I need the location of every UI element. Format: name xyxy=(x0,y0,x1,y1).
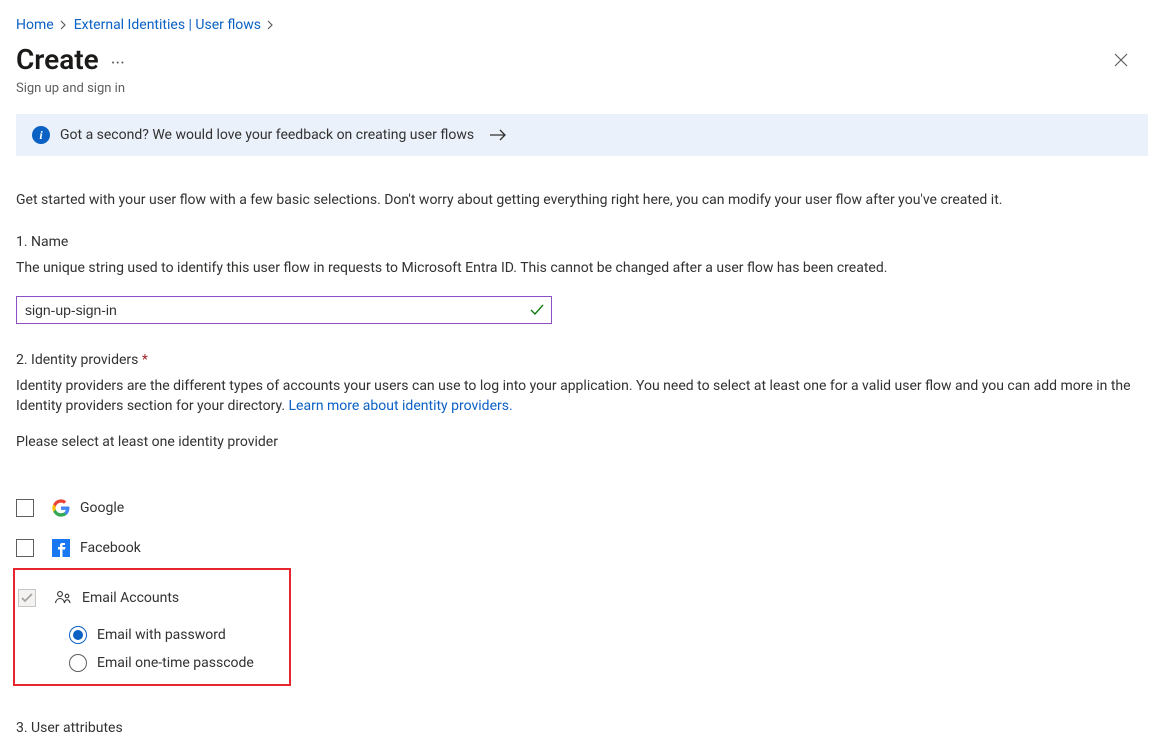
banner-text: Got a second? We would love your feedbac… xyxy=(60,127,474,143)
radio-email-password[interactable]: Email with password xyxy=(69,626,289,644)
more-options-button[interactable]: ··· xyxy=(111,55,125,73)
google-icon xyxy=(52,499,70,517)
provider-row-email: Email Accounts xyxy=(15,578,289,618)
chevron-right-icon xyxy=(60,20,68,30)
checkbox-facebook[interactable] xyxy=(16,539,34,557)
arrow-right-icon xyxy=(490,129,508,141)
check-icon xyxy=(530,304,544,316)
provider-row-google: Google xyxy=(16,488,1152,528)
facebook-icon xyxy=(52,539,70,557)
provider-label: Google xyxy=(80,500,124,516)
radio-icon xyxy=(69,626,87,644)
section-attrs-label: 3. User attributes xyxy=(16,720,1152,736)
section-idp-label: 2. Identity providers * xyxy=(16,352,1152,368)
radio-icon xyxy=(69,654,87,672)
breadcrumb-external-identities[interactable]: External Identities | User flows xyxy=(74,17,261,33)
breadcrumb: Home External Identities | User flows xyxy=(16,15,1152,35)
feedback-banner[interactable]: i Got a second? We would love your feedb… xyxy=(16,114,1148,156)
radio-label: Email one-time passcode xyxy=(97,655,254,671)
checkbox-email xyxy=(18,589,36,607)
radio-email-otp[interactable]: Email one-time passcode xyxy=(69,654,289,672)
breadcrumb-home[interactable]: Home xyxy=(16,17,54,33)
info-icon: i xyxy=(32,126,50,144)
highlight-box: Email Accounts Email with password Email… xyxy=(13,568,291,686)
page-subtitle: Sign up and sign in xyxy=(16,81,1152,96)
chevron-right-icon xyxy=(267,20,275,30)
section-name-desc: The unique string used to identify this … xyxy=(16,258,1152,278)
people-icon xyxy=(54,589,72,607)
section-idp-desc: Identity providers are the different typ… xyxy=(16,376,1152,416)
name-input[interactable] xyxy=(16,296,552,324)
provider-label: Email Accounts xyxy=(82,590,179,606)
idp-instruction: Please select at least one identity prov… xyxy=(16,434,1152,450)
provider-row-facebook: Facebook xyxy=(16,528,1152,568)
checkbox-google[interactable] xyxy=(16,499,34,517)
intro-text: Get started with your user flow with a f… xyxy=(16,190,1152,210)
learn-more-idp-link[interactable]: Learn more about identity providers. xyxy=(289,398,513,414)
radio-label: Email with password xyxy=(97,627,226,643)
section-name-label: 1. Name xyxy=(16,234,1152,250)
close-button[interactable] xyxy=(1110,49,1132,71)
provider-label: Facebook xyxy=(80,540,141,556)
page-title: Create xyxy=(16,43,99,77)
